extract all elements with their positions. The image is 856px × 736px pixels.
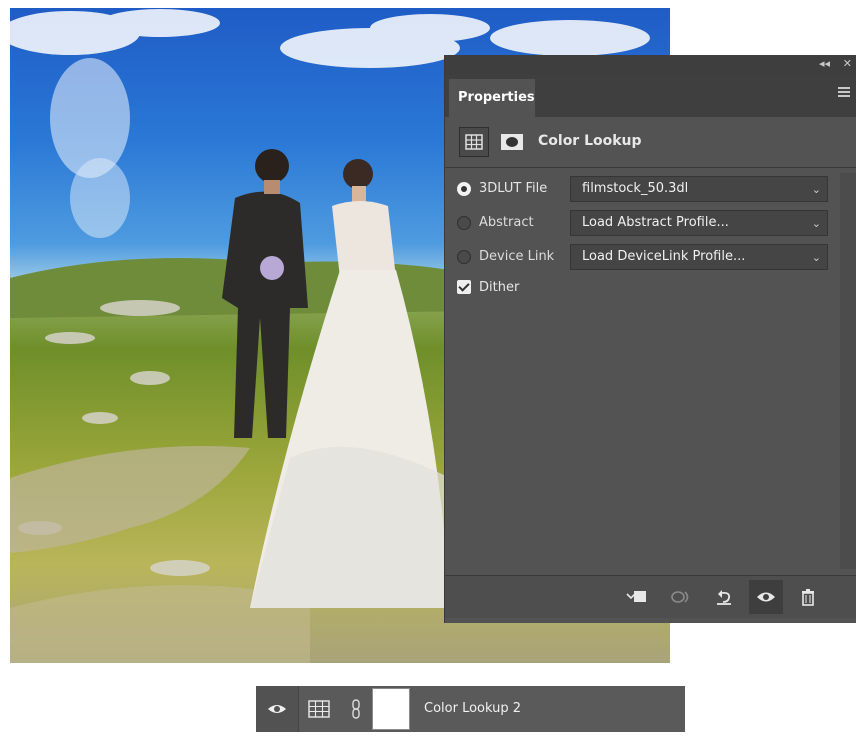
- close-panel-icon[interactable]: ✕: [843, 57, 852, 70]
- link-chain-icon[interactable]: [351, 699, 361, 719]
- visibility-eye-icon[interactable]: [749, 580, 783, 614]
- 3dlut-file-select[interactable]: filmstock_50.3dl ⌄: [570, 176, 828, 202]
- select-value: Load Abstract Profile...: [582, 215, 729, 230]
- adjustment-title: Color Lookup: [538, 133, 642, 149]
- reset-icon[interactable]: [707, 580, 741, 614]
- option-label: Device Link: [479, 249, 555, 264]
- collapse-panel-icon[interactable]: ◂◂: [819, 57, 830, 70]
- chevron-down-icon: ⌄: [811, 183, 821, 196]
- adjustment-grid-icon[interactable]: [459, 127, 489, 157]
- layer-mask-icon[interactable]: [497, 127, 527, 157]
- panel-title-bar: ◂◂ ✕: [445, 55, 856, 75]
- adjustment-grid-icon[interactable]: [304, 694, 334, 724]
- layer-name[interactable]: Color Lookup 2: [424, 701, 521, 716]
- panel-footer: [445, 575, 856, 618]
- select-value: Load DeviceLink Profile...: [582, 249, 746, 264]
- option-label: 3DLUT File: [479, 181, 548, 196]
- panel-tab-bar: Properties: [445, 75, 856, 117]
- radio-3dlut-file[interactable]: [457, 182, 471, 196]
- panel-scrollbar[interactable]: [840, 173, 856, 569]
- select-value: filmstock_50.3dl: [582, 181, 689, 196]
- chevron-down-icon: ⌄: [811, 251, 821, 264]
- clip-to-layer-icon[interactable]: [619, 580, 653, 614]
- dither-checkbox[interactable]: [457, 280, 471, 294]
- divider: [445, 167, 856, 168]
- layer-visibility-toggle[interactable]: [256, 686, 299, 732]
- trash-icon[interactable]: [791, 580, 825, 614]
- visibility-eye-icon: [268, 705, 286, 713]
- view-previous-state-icon[interactable]: [663, 580, 697, 614]
- radio-abstract[interactable]: [457, 216, 471, 230]
- properties-panel: ◂◂ ✕ Properties Color Lookup 3DLUT File …: [444, 55, 856, 623]
- tab-properties[interactable]: Properties: [449, 79, 535, 117]
- devicelink-profile-select[interactable]: Load DeviceLink Profile... ⌄: [570, 244, 828, 270]
- abstract-profile-select[interactable]: Load Abstract Profile... ⌄: [570, 210, 828, 236]
- layer-mask-thumbnail[interactable]: [372, 688, 410, 730]
- dither-label: Dither: [479, 280, 520, 295]
- radio-device-link[interactable]: [457, 250, 471, 264]
- chevron-down-icon: ⌄: [811, 217, 821, 230]
- option-label: Abstract: [479, 215, 534, 230]
- panel-menu-icon[interactable]: [838, 87, 850, 99]
- layer-row[interactable]: Color Lookup 2: [256, 686, 685, 732]
